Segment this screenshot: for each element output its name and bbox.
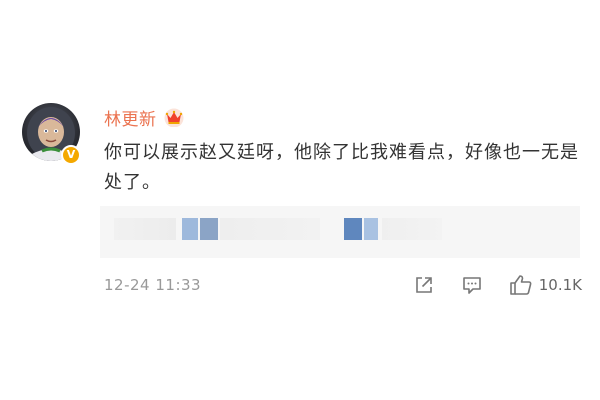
verified-badge: V [61,145,81,165]
timestamp: 12-24 11:33 [104,276,202,294]
blurred-text-block [114,218,176,240]
share-icon [415,277,432,293]
blurred-text-block [382,218,442,240]
verified-badge-label: V [66,148,76,161]
comment-footer: 12-24 11:33 10.1K [104,270,582,300]
blurred-text-block [220,218,320,240]
comment-icon [462,277,481,294]
username[interactable]: 林更新 [104,105,157,130]
comment-card: V 林更新 你可以展示赵又廷呀，他除了比我难看点，好像也一无是处了。 12-24… [0,0,600,400]
comment-button[interactable] [461,274,483,296]
quoted-content[interactable] [100,206,580,258]
crown-icon [164,108,183,127]
blurred-text-block [364,218,378,240]
author-row: 林更新 [104,104,185,130]
blurred-text-block [200,218,218,240]
comment-text: 你可以展示赵又廷呀，他除了比我难看点，好像也一无是处了。 [104,142,579,193]
blurred-text-block [182,218,198,240]
blurred-text-block [344,218,362,240]
like-count: 10.1K [538,276,582,294]
thumbs-up-icon [509,275,532,295]
share-button[interactable] [413,274,435,296]
like-button[interactable]: 10.1K [509,274,582,296]
action-bar: 10.1K [413,274,582,296]
